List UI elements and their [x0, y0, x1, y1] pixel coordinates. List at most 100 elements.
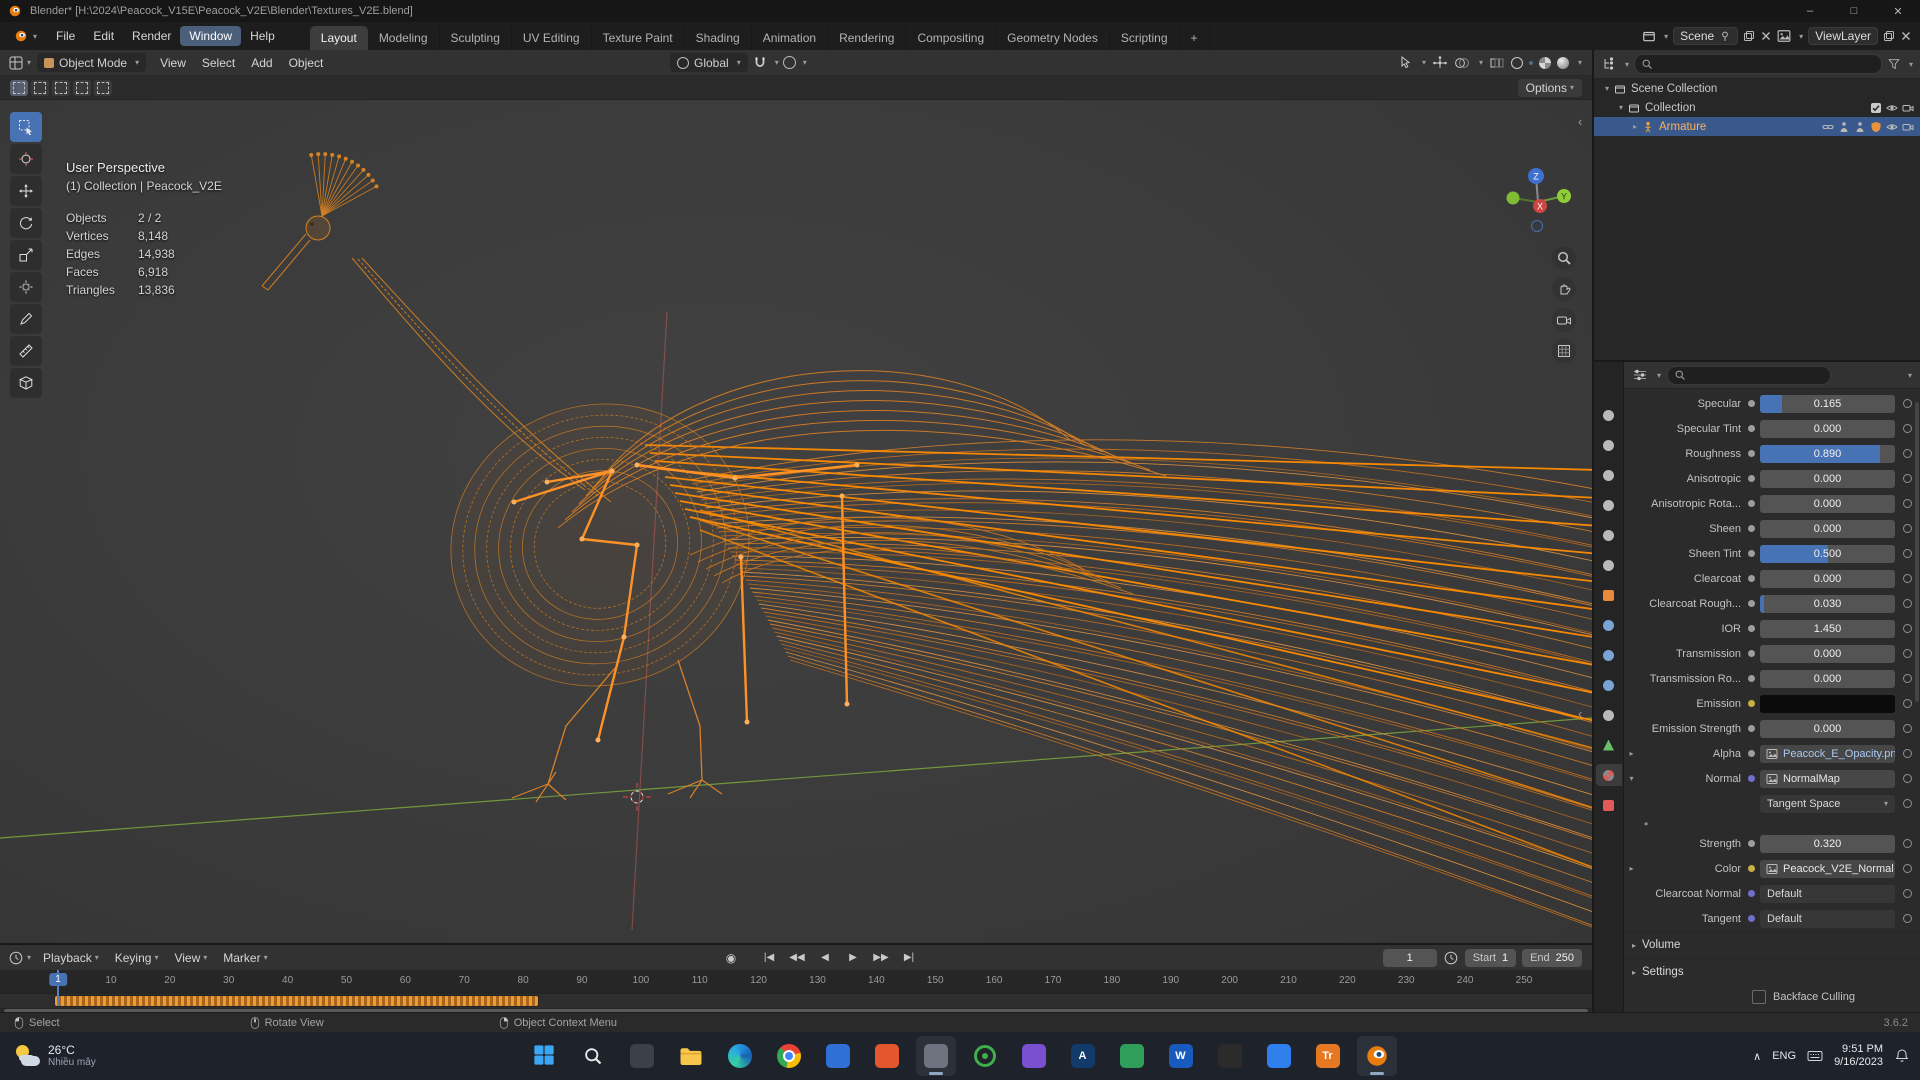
outliner-item-collection[interactable]: ▾ Collection [1594, 98, 1920, 117]
menu-render[interactable]: Render [123, 26, 180, 46]
tool-rotate[interactable] [10, 208, 42, 238]
properties-tab-render[interactable] [1596, 434, 1622, 456]
select-mode-intersect[interactable] [94, 79, 112, 96]
jump-to-end-button[interactable]: ▶| [896, 951, 922, 964]
taskbar-app-app-gray[interactable] [915, 1036, 956, 1076]
maximize-button[interactable]: □ [1832, 0, 1876, 22]
scene-selector[interactable]: Scene [1673, 27, 1739, 45]
rendered-shading-icon[interactable] [1556, 56, 1569, 69]
value-slider-clearcoat-rough[interactable]: 0.030 [1760, 594, 1895, 613]
camera-icon[interactable] [1902, 121, 1914, 133]
workspace-tab-texture-paint[interactable]: Texture Paint [592, 26, 685, 50]
outliner-item-armature[interactable]: ▸ Armature [1594, 117, 1920, 136]
menu-field-tangent-space[interactable]: Tangent Space ▾ [1760, 794, 1895, 813]
workspace-tab-shading[interactable]: Shading [685, 26, 752, 50]
chevron-down-icon[interactable]: ▾ [27, 953, 31, 962]
workspace-tab-animation[interactable]: Animation [752, 26, 829, 50]
eye-icon[interactable] [1886, 121, 1898, 133]
timeline-menu-marker[interactable]: Marker ▾ [215, 948, 275, 968]
menu-file[interactable]: File [47, 26, 84, 46]
weather-widget[interactable]: 26°C Nhiều mây [6, 1039, 104, 1073]
frame-ruler[interactable]: 1 10 20 30 40 50 60 70 80 90 100 110 120 130 140 150 16… [0, 971, 1592, 994]
remove-viewlayer-button[interactable] [1900, 30, 1912, 42]
expand-arrow[interactable]: ▸ [1624, 749, 1639, 758]
outliner-editor-icon[interactable] [1601, 56, 1617, 72]
decorator-dot[interactable] [1903, 839, 1912, 848]
sidebar-toggle-arrow[interactable]: ‹ [1578, 114, 1582, 129]
decorator-dot[interactable] [1903, 914, 1912, 923]
eye-icon[interactable] [1886, 102, 1898, 114]
viewport-menu-object[interactable]: Object [281, 53, 332, 73]
texture-field-normal[interactable]: NormalMap [1760, 769, 1895, 788]
proportional-dropdown[interactable]: ▾ [803, 58, 807, 67]
camera-icon[interactable] [1902, 102, 1914, 114]
properties-scrollbar[interactable] [1915, 402, 1919, 702]
close-button[interactable]: ✕ [1876, 0, 1920, 22]
section-volume[interactable]: ▸ Volume [1624, 931, 1920, 958]
properties-tab-texture[interactable] [1596, 794, 1622, 816]
chevron-down-icon[interactable]: ▾ [1422, 58, 1426, 67]
person-icon[interactable] [1838, 121, 1850, 133]
taskbar-app-word[interactable]: W [1161, 1036, 1201, 1076]
navigation-gizmo[interactable]: Z X Y [1500, 162, 1576, 238]
viewlayer-selector[interactable]: ViewLayer [1808, 27, 1878, 45]
blender-menu-button[interactable]: ▾ [8, 27, 43, 45]
tool-annotate[interactable] [10, 304, 42, 334]
play-button[interactable]: ▶ [840, 951, 866, 964]
properties-tab-output[interactable] [1596, 464, 1622, 486]
decorator-dot[interactable] [1903, 549, 1912, 558]
chevron-down-icon[interactable]: ▾ [1657, 371, 1661, 380]
workspace-tab-scripting[interactable]: Scripting [1110, 26, 1180, 50]
value-slider-transmission-ro[interactable]: 0.000 [1760, 669, 1895, 688]
transform-orientation-dropdown[interactable]: Global ▾ [670, 53, 748, 72]
section-settings[interactable]: ▸ Settings [1624, 958, 1920, 985]
snap-dropdown[interactable]: ▾ [775, 58, 779, 67]
decorator-dot[interactable] [1903, 624, 1912, 633]
chevron-down-icon[interactable]: ▾ [1625, 60, 1629, 69]
checkbox-icon[interactable] [1870, 102, 1882, 114]
toggle-xray-icon[interactable] [1489, 55, 1505, 71]
value-slider-anisotropic[interactable]: 0.000 [1760, 469, 1895, 488]
tool-transform[interactable] [10, 272, 42, 302]
taskbar-app-start[interactable] [524, 1036, 564, 1076]
minimize-button[interactable]: – [1788, 0, 1832, 22]
current-frame-badge[interactable]: 1 [49, 973, 67, 986]
taskbar-app-file-explorer[interactable] [671, 1036, 711, 1076]
timeline-editor-icon[interactable] [8, 950, 24, 966]
properties-tab-tool[interactable] [1596, 404, 1622, 426]
value-slider-transmission[interactable]: 0.000 [1760, 644, 1895, 663]
properties-tab-view-layer[interactable] [1596, 494, 1622, 516]
decorator-dot[interactable] [1903, 449, 1912, 458]
pan-hand-icon[interactable] [1552, 277, 1576, 301]
scene-browse-icon[interactable] [1642, 29, 1656, 43]
workspace-tab-rendering[interactable]: Rendering [828, 26, 907, 50]
editor-type-button[interactable] [8, 55, 24, 71]
taskbar-app-search[interactable] [573, 1036, 613, 1076]
wireframe-shading-icon[interactable] [1510, 56, 1523, 69]
viewport-menu-view[interactable]: View [152, 53, 194, 73]
value-slider-ior[interactable]: 1.450 [1760, 619, 1895, 638]
taskbar-app-app-red[interactable] [867, 1036, 907, 1076]
properties-tab-scene[interactable] [1596, 524, 1622, 546]
menu-field-tangent[interactable]: Default [1760, 909, 1895, 928]
properties-search-input[interactable] [1667, 365, 1832, 385]
workspace-tab-geometry-nodes[interactable]: Geometry Nodes [996, 26, 1110, 50]
play-reverse-button[interactable]: ◀ [812, 951, 838, 964]
expand-arrow[interactable]: ▾ [1624, 774, 1639, 783]
decorator-dot[interactable] [1903, 649, 1912, 658]
expand-arrow[interactable]: ▸ [1624, 864, 1639, 873]
tool-select-box[interactable] [10, 112, 42, 142]
value-slider-strength[interactable]: 0.320 [1760, 834, 1895, 853]
tool-measure[interactable] [10, 336, 42, 366]
taskbar-app-app-black[interactable] [1210, 1036, 1250, 1076]
peacock-wireframe-model[interactable] [0, 50, 1592, 943]
outliner-item-scene-collection[interactable]: ▾ Scene Collection [1594, 79, 1920, 98]
decorator-dot[interactable] [1903, 424, 1912, 433]
workspace-tab-sculpting[interactable]: Sculpting [440, 26, 512, 50]
filter-dropdown[interactable]: ▾ [1909, 60, 1913, 69]
link-icon[interactable] [1822, 121, 1834, 133]
gizmo-y-neg-ball[interactable] [1506, 191, 1520, 205]
viewport-menu-add[interactable]: Add [243, 53, 280, 73]
taskbar-app-edge[interactable] [720, 1036, 760, 1076]
tool-scale[interactable] [10, 240, 42, 270]
